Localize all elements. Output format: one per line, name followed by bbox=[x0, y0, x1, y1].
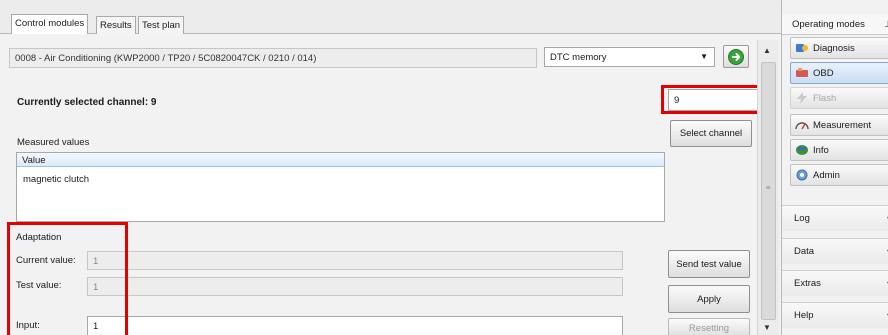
section-log-label: Log bbox=[794, 213, 810, 224]
admin-icon bbox=[796, 169, 808, 181]
resetting-button[interactable]: Resetting bbox=[668, 318, 750, 335]
apply-button[interactable]: Apply bbox=[668, 285, 750, 313]
vertical-scrollbar[interactable]: ▲ ≡ ▼ bbox=[757, 40, 779, 335]
tab-results[interactable]: Results bbox=[96, 16, 136, 34]
tab-strip: Control modules Results Test plan bbox=[0, 0, 781, 35]
mode-info[interactable]: Info bbox=[790, 139, 888, 161]
measured-values-heading: Measured values bbox=[17, 137, 90, 148]
input-field[interactable]: 1 bbox=[87, 316, 623, 335]
mode-measurement-label: Measurement bbox=[813, 119, 872, 131]
diagnosis-icon bbox=[796, 44, 808, 52]
operating-modes-sidebar: Operating modes ⊥ Diagnosis OBD Flash Me… bbox=[781, 0, 888, 335]
channel-title: Currently selected channel: 9 bbox=[17, 97, 157, 108]
module-name-field: 0008 - Air Conditioning (KWP2000 / TP20 … bbox=[9, 48, 537, 68]
mode-admin-label: Admin bbox=[813, 169, 840, 181]
chevron-down-icon: ▼ bbox=[700, 52, 708, 61]
obd-icon bbox=[796, 68, 808, 77]
scroll-down-icon[interactable]: ▼ bbox=[763, 323, 771, 332]
test-value-field: 1 bbox=[87, 277, 623, 296]
mode-admin[interactable]: Admin bbox=[790, 164, 888, 186]
scrollbar-thumb[interactable]: ≡ bbox=[761, 62, 776, 320]
section-log[interactable]: Log▾ bbox=[782, 205, 888, 231]
mode-obd[interactable]: OBD bbox=[790, 62, 888, 84]
operating-modes-title: Operating modes bbox=[792, 19, 865, 30]
measurement-icon bbox=[795, 122, 809, 130]
flash-icon bbox=[797, 92, 807, 104]
tab-control-modules[interactable]: Control modules bbox=[11, 14, 89, 35]
function-select[interactable]: DTC memory ▼ bbox=[544, 47, 715, 67]
select-channel-button[interactable]: Select channel bbox=[670, 120, 752, 147]
section-data-label: Data bbox=[794, 246, 815, 257]
section-extras-label: Extras bbox=[794, 278, 821, 289]
section-extras[interactable]: Extras▾ bbox=[782, 270, 888, 296]
table-header-value: Value bbox=[17, 153, 664, 167]
section-help-label: Help bbox=[794, 310, 814, 321]
mode-diagnosis-label: Diagnosis bbox=[813, 42, 855, 54]
mode-flash: Flash bbox=[790, 87, 888, 109]
mode-obd-label: OBD bbox=[813, 67, 834, 79]
highlight-box-channel bbox=[661, 85, 765, 114]
current-value-field: 1 bbox=[87, 251, 623, 270]
info-icon bbox=[796, 145, 808, 155]
mode-measurement[interactable]: Measurement bbox=[790, 114, 888, 136]
send-test-value-button[interactable]: Send test value bbox=[668, 250, 750, 278]
go-button[interactable] bbox=[723, 45, 749, 68]
mode-flash-label: Flash bbox=[813, 92, 837, 104]
mode-info-label: Info bbox=[813, 144, 829, 156]
highlight-box-adaptation bbox=[7, 222, 128, 335]
measured-values-table: Value magnetic clutch bbox=[16, 152, 665, 222]
section-data[interactable]: Data▾ bbox=[782, 238, 888, 264]
table-row[interactable]: magnetic clutch bbox=[17, 167, 664, 185]
grip-icon: ≡ bbox=[766, 185, 771, 192]
operating-modes-header: Operating modes ⊥ bbox=[782, 14, 888, 35]
scroll-up-icon[interactable]: ▲ bbox=[763, 46, 771, 55]
green-arrow-right-icon bbox=[728, 48, 744, 65]
section-help[interactable]: Help▾ bbox=[782, 302, 888, 328]
tab-test-plan[interactable]: Test plan bbox=[138, 16, 185, 34]
pin-icon[interactable]: ⊥ bbox=[884, 19, 888, 30]
function-select-value: DTC memory bbox=[550, 52, 607, 63]
mode-diagnosis[interactable]: Diagnosis bbox=[790, 37, 888, 59]
